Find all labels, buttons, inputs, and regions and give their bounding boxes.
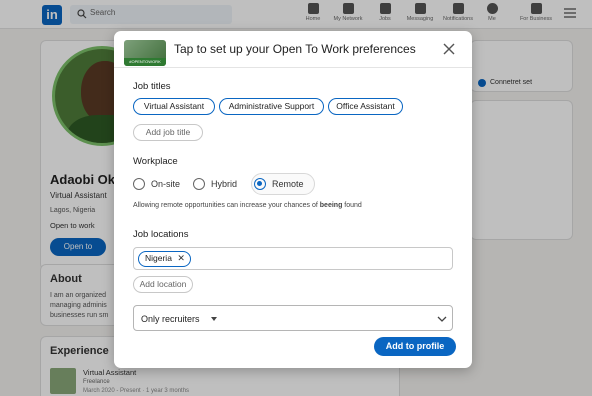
add-job-title-button[interactable]: Add job title bbox=[133, 124, 203, 141]
radio-label-remote[interactable]: Remote bbox=[272, 179, 304, 189]
location-chip[interactable]: Nigeria ✕ bbox=[138, 251, 191, 267]
radio-remote[interactable] bbox=[254, 178, 266, 190]
job-title-chip[interactable]: Office Assistant bbox=[328, 98, 403, 115]
close-icon[interactable] bbox=[441, 41, 457, 57]
open-to-work-thumbnail: #OPENTOWORK bbox=[124, 40, 166, 66]
job-locations-heading: Job locations bbox=[133, 229, 189, 240]
remote-note-text: Allowing remote opportunities can increa… bbox=[133, 202, 320, 209]
remote-note-suffix: found bbox=[342, 202, 362, 209]
add-location-button[interactable]: Add location bbox=[133, 276, 193, 293]
modal-header: #OPENTOWORK Tap to set up your Open To W… bbox=[114, 31, 472, 68]
visibility-value: Only recruiters bbox=[141, 314, 200, 324]
job-locations-field[interactable]: Nigeria ✕ bbox=[133, 247, 453, 270]
radio-hybrid[interactable] bbox=[193, 178, 205, 190]
job-titles-heading: Job titles bbox=[133, 81, 171, 92]
job-title-chip[interactable]: Virtual Assistant bbox=[133, 98, 215, 115]
radio-on-site[interactable] bbox=[133, 178, 145, 190]
visibility-select[interactable]: Only recruiters bbox=[133, 305, 453, 331]
radio-label-on-site[interactable]: On-site bbox=[151, 179, 180, 189]
job-title-chip[interactable]: Administrative Support bbox=[219, 98, 324, 115]
radio-label-hybrid[interactable]: Hybrid bbox=[211, 179, 237, 189]
remote-note: Allowing remote opportunities can increa… bbox=[133, 202, 362, 209]
chevron-down-icon bbox=[437, 316, 447, 322]
caret-down-icon bbox=[211, 317, 217, 321]
workplace-heading: Workplace bbox=[133, 156, 178, 167]
remove-chip-icon[interactable]: ✕ bbox=[177, 252, 185, 265]
modal-title: Tap to set up your Open To Work preferen… bbox=[174, 42, 416, 56]
add-to-profile-button[interactable]: Add to profile bbox=[374, 337, 456, 356]
remote-note-bold: beeing bbox=[319, 202, 343, 209]
opentowork-badge: #OPENTOWORK bbox=[124, 58, 166, 66]
location-chip-label: Nigeria bbox=[145, 253, 172, 263]
